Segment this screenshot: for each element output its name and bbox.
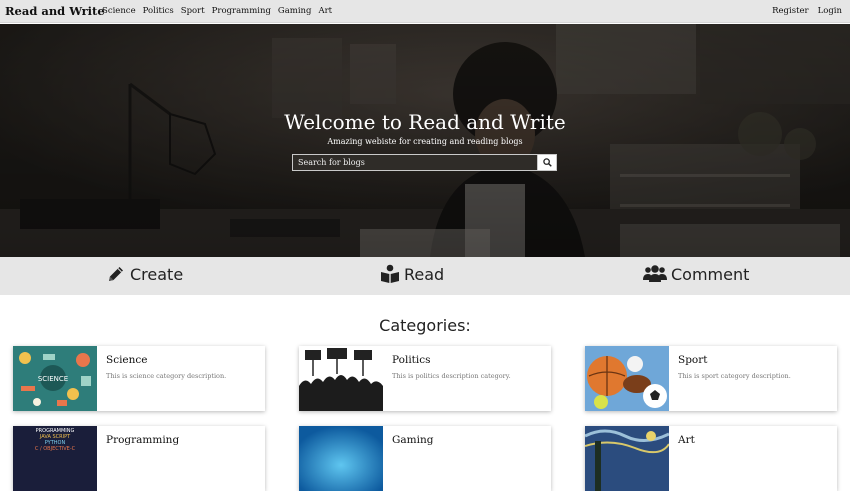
category-title[interactable]: Art xyxy=(678,434,695,446)
nav-link-politics[interactable]: Politics xyxy=(143,6,174,16)
category-description: This is politics description category. xyxy=(392,372,511,380)
politics-thumbnail xyxy=(299,346,383,411)
programming-thumbnail: PROGRAMMING JAVA SCRIPT PYTHON C / OBJEC… xyxy=(13,426,97,491)
book-reader-icon xyxy=(381,264,399,283)
feature-create: Create xyxy=(106,264,183,284)
category-card-art[interactable]: Art xyxy=(585,426,837,491)
category-title[interactable]: Science xyxy=(106,354,226,366)
category-description: This is sport category description. xyxy=(678,372,791,380)
nav-link-gaming[interactable]: Gaming xyxy=(278,6,312,16)
category-card-gaming[interactable]: Gaming xyxy=(299,426,551,491)
nav-links: Science Politics Sport Programming Gamin… xyxy=(102,6,332,16)
search-icon xyxy=(542,158,552,167)
feature-comment-label: Comment xyxy=(671,264,750,284)
category-title[interactable]: Politics xyxy=(392,354,511,366)
register-link[interactable]: Register xyxy=(772,6,808,16)
features-band: Create Read Comment xyxy=(0,257,850,295)
feature-read-label: Read xyxy=(404,264,445,284)
svg-text:SCIENCE: SCIENCE xyxy=(38,375,68,383)
brand-logo[interactable]: Read and Write xyxy=(5,4,105,18)
nav-link-science[interactable]: Science xyxy=(102,6,136,16)
login-link[interactable]: Login xyxy=(818,6,842,16)
search-form xyxy=(292,154,557,171)
categories-heading: Categories: xyxy=(379,316,471,335)
category-card-programming[interactable]: PROGRAMMING JAVA SCRIPT PYTHON C / OBJEC… xyxy=(13,426,265,491)
hero-banner: Welcome to Read and Write Amazing webist… xyxy=(0,24,850,257)
thumb-text: C / OBJECTIVE-C xyxy=(34,446,76,452)
pencil-icon xyxy=(109,267,123,281)
category-title[interactable]: Gaming xyxy=(392,434,433,446)
category-card-politics[interactable]: Politics This is politics description ca… xyxy=(299,346,551,411)
feature-read: Read xyxy=(380,264,444,284)
category-description: This is science category description. xyxy=(106,372,227,380)
category-title[interactable]: Sport xyxy=(678,354,791,366)
nav-link-programming[interactable]: Programming xyxy=(212,6,271,16)
nav-link-sport[interactable]: Sport xyxy=(181,6,205,16)
category-card-science[interactable]: SCIENCE Science This is science category… xyxy=(13,346,265,411)
category-card-sport[interactable]: Sport This is sport category description… xyxy=(585,346,837,411)
sport-thumbnail xyxy=(585,346,669,411)
users-icon xyxy=(643,265,667,282)
category-title[interactable]: Programming xyxy=(106,434,179,446)
gaming-thumbnail xyxy=(299,426,383,491)
nav-auth: Register Login xyxy=(772,6,842,16)
hero-title: Welcome to Read and Write xyxy=(284,110,566,134)
art-thumbnail xyxy=(585,426,669,491)
feature-create-label: Create xyxy=(130,264,184,284)
navbar: Read and Write Science Politics Sport Pr… xyxy=(0,0,850,23)
nav-link-art[interactable]: Art xyxy=(318,6,332,16)
feature-comment: Comment xyxy=(643,264,749,284)
science-thumbnail: SCIENCE xyxy=(13,346,97,411)
hero-subtitle: Amazing webiste for creating and reading… xyxy=(327,137,523,146)
search-button[interactable] xyxy=(538,154,557,171)
search-input[interactable] xyxy=(292,154,538,171)
